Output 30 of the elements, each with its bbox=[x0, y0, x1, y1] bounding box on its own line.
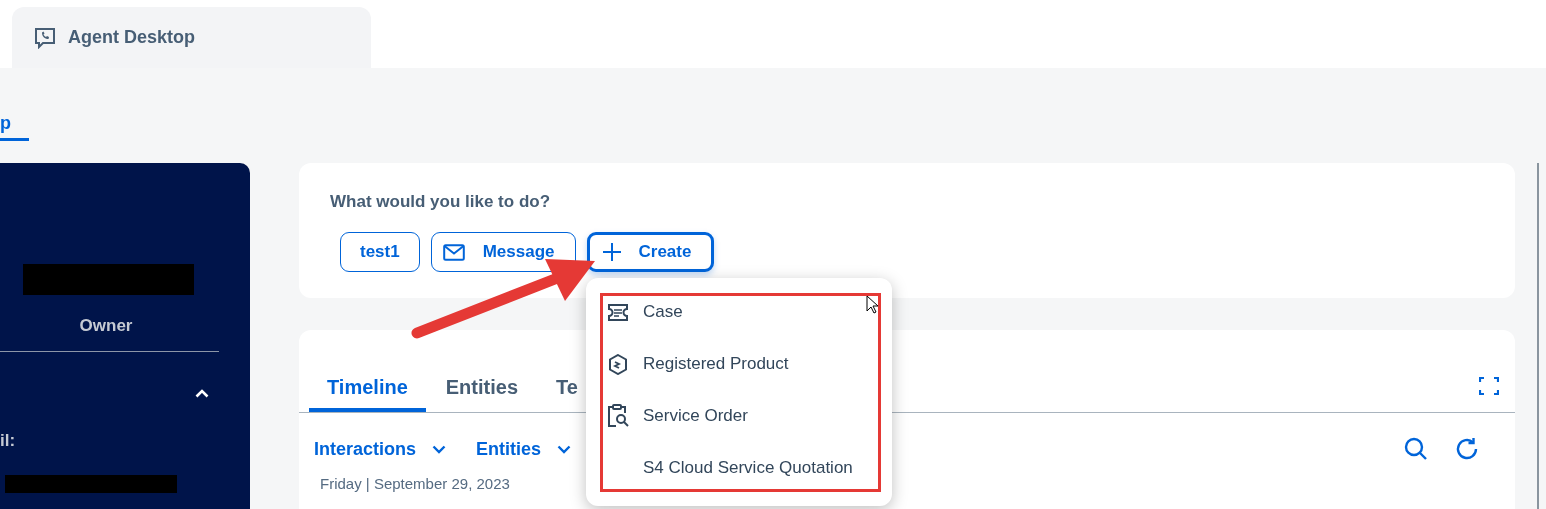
action-button[interactable]: test1 bbox=[340, 232, 420, 272]
filter-dropdown[interactable]: Entities bbox=[476, 435, 572, 463]
menu-item[interactable]: Registered Product bbox=[606, 344, 892, 396]
role-label: Owner bbox=[78, 315, 134, 337]
chevron-icon[interactable] bbox=[195, 389, 209, 398]
ticket-icon bbox=[606, 303, 629, 321]
filter-dropdown[interactable]: Interactions bbox=[314, 435, 447, 463]
menu-item[interactable]: Service Order bbox=[606, 396, 892, 448]
clipboard-magnifier-icon bbox=[606, 404, 629, 428]
menu-item[interactable]: Case bbox=[606, 292, 892, 344]
envelope-icon bbox=[442, 243, 465, 261]
date-heading: Friday | September 29, 2023 bbox=[319, 474, 511, 494]
action-button[interactable]: Message bbox=[430, 232, 576, 272]
hexagon-box-icon bbox=[607, 353, 628, 375]
timeline-tab[interactable]: Entities bbox=[427, 372, 537, 412]
field-label: il: bbox=[0, 430, 16, 452]
menu-item[interactable]: S4 Cloud Service Quotation bbox=[606, 448, 892, 500]
chat-phone-icon bbox=[34, 26, 56, 49]
plus-icon bbox=[602, 243, 621, 261]
app-tab[interactable]: Agent Desktop bbox=[12, 7, 371, 68]
cursor-icon bbox=[866, 295, 879, 314]
chevron-down-icon bbox=[432, 444, 447, 454]
fullscreen-icon[interactable] bbox=[1479, 376, 1499, 396]
search-icon[interactable] bbox=[1404, 437, 1428, 461]
sub-tab[interactable]: p bbox=[0, 110, 29, 141]
chevron-down-icon bbox=[557, 444, 572, 454]
prompt-text: What would you like to do? bbox=[330, 191, 552, 209]
action-button[interactable]: Create bbox=[586, 232, 715, 272]
refresh-icon[interactable] bbox=[1455, 437, 1479, 461]
timeline-tab[interactable]: Timeline bbox=[309, 372, 426, 412]
